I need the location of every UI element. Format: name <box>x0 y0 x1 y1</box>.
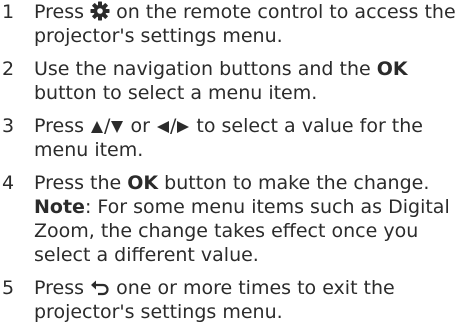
note-text: : For some menu items such as Digital Zo… <box>34 196 450 266</box>
step-number: 3 <box>2 115 15 137</box>
triangle-right-icon <box>176 119 190 135</box>
step-text: Use the navigation buttons and the <box>34 58 377 80</box>
step-5: 5 Press one or more times to exit the pr… <box>0 276 464 324</box>
step-number: 4 <box>2 172 15 194</box>
instruction-steps-list: 1 Press on the remote control to access … <box>0 0 469 333</box>
step-text: button to select a menu item. <box>34 82 318 104</box>
step-3: 3 Press / or / to select a value for the… <box>0 114 464 162</box>
back-icon <box>90 279 110 297</box>
step-text: Press <box>34 277 91 299</box>
step-1: 1 Press on the remote control to access … <box>0 0 464 48</box>
settings-icon <box>90 1 110 21</box>
step-number: 2 <box>2 58 15 80</box>
ok-button-label: OK <box>376 58 408 80</box>
triangle-up-icon <box>90 119 104 135</box>
step-text: Press the <box>34 172 128 194</box>
step-number: 1 <box>2 1 15 23</box>
step-text: or <box>124 115 156 137</box>
step-text: button to make the change. <box>158 172 430 194</box>
triangle-down-icon <box>110 119 124 135</box>
document-page: { "steps": [ { "number": "1", "before": … <box>0 0 469 335</box>
ok-button-label: OK <box>127 172 159 194</box>
step-number: 5 <box>2 277 15 299</box>
triangle-left-icon <box>156 119 170 135</box>
step-4: 4 Press the OK button to make the change… <box>0 171 464 267</box>
note-label: Note <box>34 196 85 218</box>
step-text: Press <box>34 1 91 23</box>
step-text: Press <box>34 115 91 137</box>
step-2: 2 Use the navigation buttons and the OK … <box>0 57 464 105</box>
